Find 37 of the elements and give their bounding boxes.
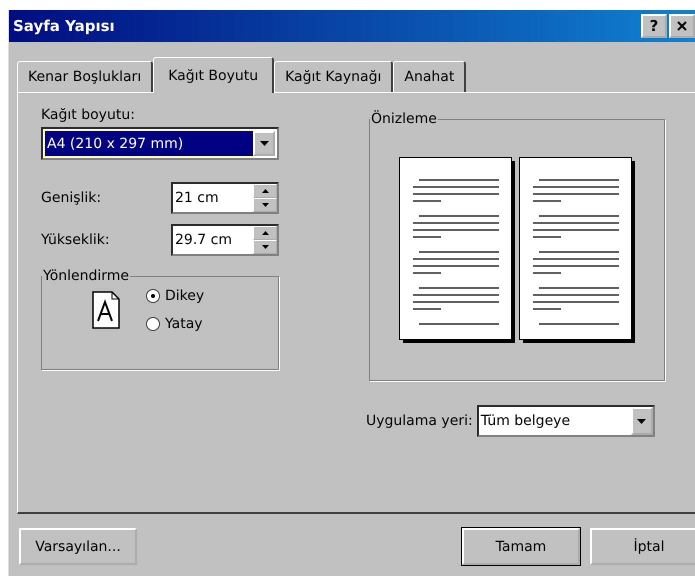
up-arrow-icon bbox=[262, 231, 268, 235]
dialog-button[interactable]: Tamam bbox=[462, 528, 580, 565]
close-button[interactable] bbox=[669, 14, 695, 38]
tab[interactable]: Kağıt Kaynağı bbox=[274, 61, 394, 92]
dialog-button[interactable]: Varsayılan... bbox=[19, 528, 137, 565]
up-arrow-icon bbox=[262, 189, 268, 193]
dimension-label: Yükseklik: bbox=[41, 232, 110, 248]
spin-up-button[interactable] bbox=[253, 184, 277, 198]
tab[interactable]: Kağıt Boyutu bbox=[153, 57, 274, 93]
paper-size-label: Kağıt boyutu: bbox=[41, 107, 136, 123]
dropdown-button[interactable] bbox=[630, 407, 653, 435]
caret-icon bbox=[637, 418, 646, 424]
help-button[interactable]: ? bbox=[641, 14, 667, 38]
dropdown-button[interactable] bbox=[253, 131, 275, 156]
group-title: Önizleme bbox=[370, 111, 438, 127]
portrait-page-icon bbox=[92, 291, 120, 329]
spin-up-button[interactable] bbox=[253, 226, 277, 240]
group-title: Yönlendirme bbox=[42, 268, 130, 284]
spin-field[interactable]: 21 cm bbox=[171, 182, 279, 214]
orientation-radio[interactable]: Yatay bbox=[146, 316, 204, 332]
tab[interactable]: Anahat bbox=[393, 61, 466, 92]
apply-to-label: Uygulama yeri: bbox=[366, 413, 473, 429]
paper-size-dropdown[interactable]: A4 (210 x 297 mm) bbox=[41, 127, 279, 160]
close-icon bbox=[677, 21, 687, 31]
window-title: Sayfa Yapısı bbox=[13, 17, 115, 35]
spin-field[interactable]: 29.7 cm bbox=[171, 224, 279, 256]
paper-size-value: A4 (210 x 297 mm) bbox=[45, 131, 253, 156]
spin-down-button[interactable] bbox=[253, 240, 277, 254]
caret-icon bbox=[260, 141, 268, 146]
dimension-label: Genişlik: bbox=[41, 190, 102, 206]
down-arrow-icon bbox=[262, 245, 268, 249]
down-arrow-icon bbox=[262, 203, 268, 207]
spin-down-button[interactable] bbox=[253, 198, 277, 212]
dialog-button[interactable]: İptal bbox=[590, 528, 695, 565]
orientation-radio[interactable]: Dikey bbox=[146, 288, 204, 304]
apply-to-dropdown[interactable]: Tüm belgeye bbox=[476, 405, 655, 437]
tab[interactable]: Kenar Boşlukları bbox=[17, 61, 154, 92]
